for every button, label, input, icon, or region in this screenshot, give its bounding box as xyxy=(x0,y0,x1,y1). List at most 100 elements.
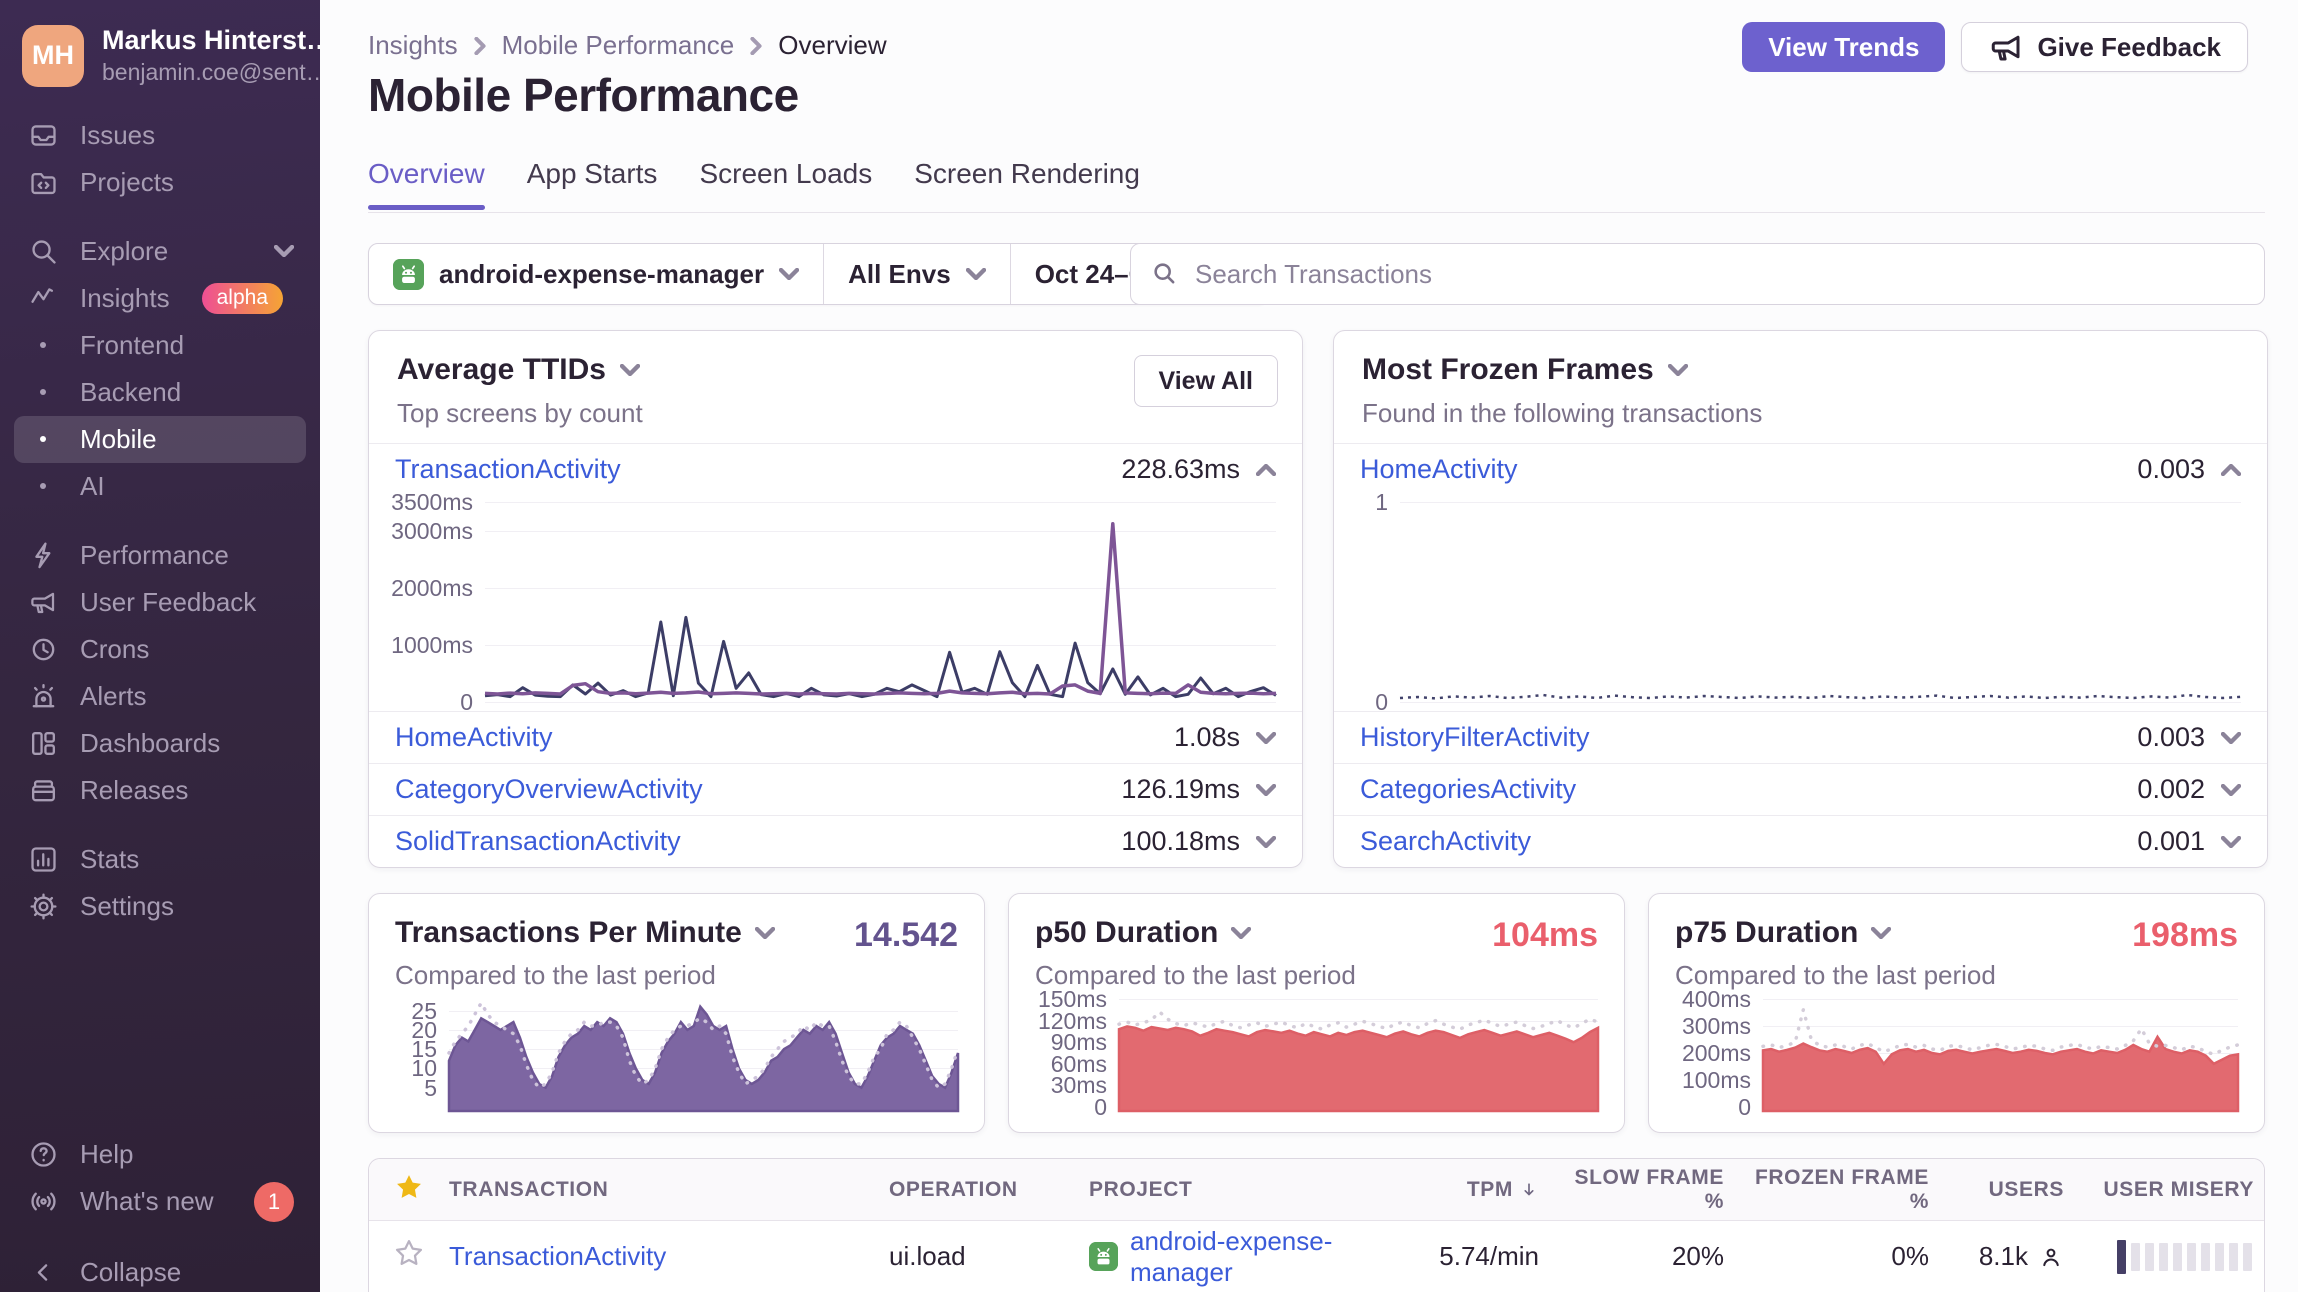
tab-screen-rendering[interactable]: Screen Rendering xyxy=(914,158,1140,210)
tab-divider xyxy=(368,212,2265,213)
sidebar-collapse-button[interactable]: Collapse xyxy=(14,1249,306,1292)
transaction-link[interactable]: HistoryFilterActivity xyxy=(1360,722,1590,753)
average-ttids-chart[interactable]: 3500ms3000ms2000ms1000ms0 xyxy=(385,499,1276,707)
most-frozen-frames-card: Most Frozen Frames Found in the followin… xyxy=(1333,330,2268,868)
user-email: benjamin.coe@sent… xyxy=(102,58,333,88)
chevron-down-icon[interactable] xyxy=(1256,732,1276,744)
broadcast-icon xyxy=(26,1185,60,1219)
sidebar-item-settings[interactable]: Settings xyxy=(14,883,306,930)
sidebar-item-user-feedback[interactable]: User Feedback xyxy=(14,579,306,626)
p75-value: 198ms xyxy=(2132,916,2238,955)
chevron-down-icon[interactable] xyxy=(1256,836,1276,848)
user-name: Markus Hinterst… xyxy=(102,24,333,58)
sidebar-item-crons[interactable]: Crons xyxy=(14,626,306,673)
avatar: MH xyxy=(22,25,84,87)
slow-frame-cell: 20% xyxy=(1551,1241,1736,1272)
p75-chart[interactable]: 400ms300ms200ms100ms0 xyxy=(1675,996,2238,1112)
sidebar-item-explore[interactable]: Explore xyxy=(14,228,306,275)
col-user-misery[interactable]: USER MISERY xyxy=(2076,1178,2265,1202)
star-icon[interactable] xyxy=(369,1238,449,1275)
tab-screen-loads[interactable]: Screen Loads xyxy=(699,158,872,210)
help-icon xyxy=(26,1138,60,1172)
sidebar-item-insights[interactable]: Insights alpha xyxy=(14,275,306,322)
lightning-icon xyxy=(26,538,60,572)
sidebar-item-projects[interactable]: Projects xyxy=(14,159,306,206)
transaction-row: CategoriesActivity 0.002 xyxy=(1334,763,2267,815)
star-header-icon[interactable] xyxy=(369,1172,449,1208)
sidebar-item-whats-new[interactable]: What's new 1 xyxy=(14,1178,306,1225)
view-all-button[interactable]: View All xyxy=(1134,355,1278,407)
transaction-row: HistoryFilterActivity 0.003 xyxy=(1334,711,2267,763)
give-feedback-button[interactable]: Give Feedback xyxy=(1961,22,2248,72)
user-menu[interactable]: MH Markus Hinterst… benjamin.coe@sent… xyxy=(14,16,306,112)
sidebar-item-label: Mobile xyxy=(80,424,157,455)
col-tpm[interactable]: TPM xyxy=(1389,1178,1551,1202)
sidebar-item-dashboards[interactable]: Dashboards xyxy=(14,720,306,767)
sidebar-item-alerts[interactable]: Alerts xyxy=(14,673,306,720)
sidebar-item-issues[interactable]: Issues xyxy=(14,112,306,159)
p50-chart[interactable]: 150ms120ms90ms60ms30ms0 xyxy=(1035,996,1598,1112)
bullet-icon xyxy=(40,389,46,395)
chevron-up-icon[interactable] xyxy=(2221,464,2241,476)
gear-icon xyxy=(26,889,60,923)
sidebar-item-backend[interactable]: Backend xyxy=(14,369,306,416)
search-icon xyxy=(26,234,60,268)
p50-duration-card: p50 Duration Compared to the last period… xyxy=(1008,893,1625,1133)
card-title-dropdown[interactable]: Most Frozen Frames xyxy=(1362,353,2239,387)
col-users[interactable]: USERS xyxy=(1941,1178,2076,1202)
chevron-down-icon[interactable] xyxy=(2221,836,2241,848)
transaction-row: SolidTransactionActivity 100.18ms xyxy=(369,815,1302,867)
sidebar-item-stats[interactable]: Stats xyxy=(14,836,306,883)
breadcrumb-mobile-performance[interactable]: Mobile Performance xyxy=(502,30,735,61)
tab-app-starts[interactable]: App Starts xyxy=(527,158,658,210)
transaction-link[interactable]: TransactionActivity xyxy=(395,454,621,485)
sidebar-item-frontend[interactable]: Frontend xyxy=(14,322,306,369)
transaction-link[interactable]: SearchActivity xyxy=(1360,826,1531,857)
chevron-down-icon[interactable] xyxy=(2221,732,2241,744)
frozen-frames-chart[interactable]: 10 xyxy=(1350,499,2241,707)
sidebar-item-performance[interactable]: Performance xyxy=(14,532,306,579)
card-subtitle: Compared to the last period xyxy=(1035,960,1598,991)
search-input[interactable]: Search Transactions xyxy=(1130,243,2265,305)
col-slow-frame[interactable]: SLOW FRAME % xyxy=(1551,1166,1736,1214)
chevron-down-icon[interactable] xyxy=(1256,784,1276,796)
sidebar-item-help[interactable]: Help xyxy=(14,1131,306,1178)
project-selector[interactable]: android-expense-manager xyxy=(369,244,823,304)
col-project[interactable]: PROJECT xyxy=(1089,1178,1389,1202)
table-header: TRANSACTION OPERATION PROJECT TPM SLOW F… xyxy=(369,1159,2264,1221)
chevron-down-icon[interactable] xyxy=(2221,784,2241,796)
col-operation[interactable]: OPERATION xyxy=(889,1178,1089,1202)
transaction-link[interactable]: CategoriesActivity xyxy=(1360,774,1576,805)
tpm-value: 14.542 xyxy=(854,916,958,955)
transaction-link[interactable]: HomeActivity xyxy=(395,722,553,753)
sidebar-item-label: Help xyxy=(80,1139,133,1170)
sidebar-item-label: Dashboards xyxy=(80,728,220,759)
tpm-card: Transactions Per Minute Compared to the … xyxy=(368,893,985,1133)
breadcrumb-insights[interactable]: Insights xyxy=(368,30,458,61)
view-trends-button[interactable]: View Trends xyxy=(1742,22,1945,72)
transaction-link[interactable]: CategoryOverviewActivity xyxy=(395,774,703,805)
android-icon xyxy=(393,259,424,290)
transaction-link[interactable]: HomeActivity xyxy=(1360,454,1518,485)
sidebar-item-label: Backend xyxy=(80,377,181,408)
sidebar-item-label: Projects xyxy=(80,167,174,198)
col-transaction[interactable]: TRANSACTION xyxy=(449,1178,889,1202)
p50-value: 104ms xyxy=(1492,916,1598,955)
sidebar-item-releases[interactable]: Releases xyxy=(14,767,306,814)
sidebar-item-ai[interactable]: AI xyxy=(14,463,306,510)
alpha-badge: alpha xyxy=(202,283,283,314)
card-subtitle: Compared to the last period xyxy=(395,960,958,991)
sidebar-item-mobile[interactable]: Mobile xyxy=(14,416,306,463)
project-cell[interactable]: android-expense-manager xyxy=(1089,1226,1389,1288)
col-frozen-frame[interactable]: FROZEN FRAME % xyxy=(1736,1166,1941,1214)
chevron-up-icon[interactable] xyxy=(1256,464,1276,476)
search-placeholder: Search Transactions xyxy=(1195,259,1432,290)
tab-overview[interactable]: Overview xyxy=(368,158,485,210)
transaction-link[interactable]: TransactionActivity xyxy=(449,1241,889,1272)
tpm-chart[interactable]: 252015105 xyxy=(395,996,958,1112)
sidebar-item-label: Alerts xyxy=(80,681,146,712)
user-misery-bar xyxy=(2076,1221,2265,1292)
bar-chart-icon xyxy=(26,842,60,876)
environment-selector[interactable]: All Envs xyxy=(823,244,1010,304)
transaction-link[interactable]: SolidTransactionActivity xyxy=(395,826,681,857)
